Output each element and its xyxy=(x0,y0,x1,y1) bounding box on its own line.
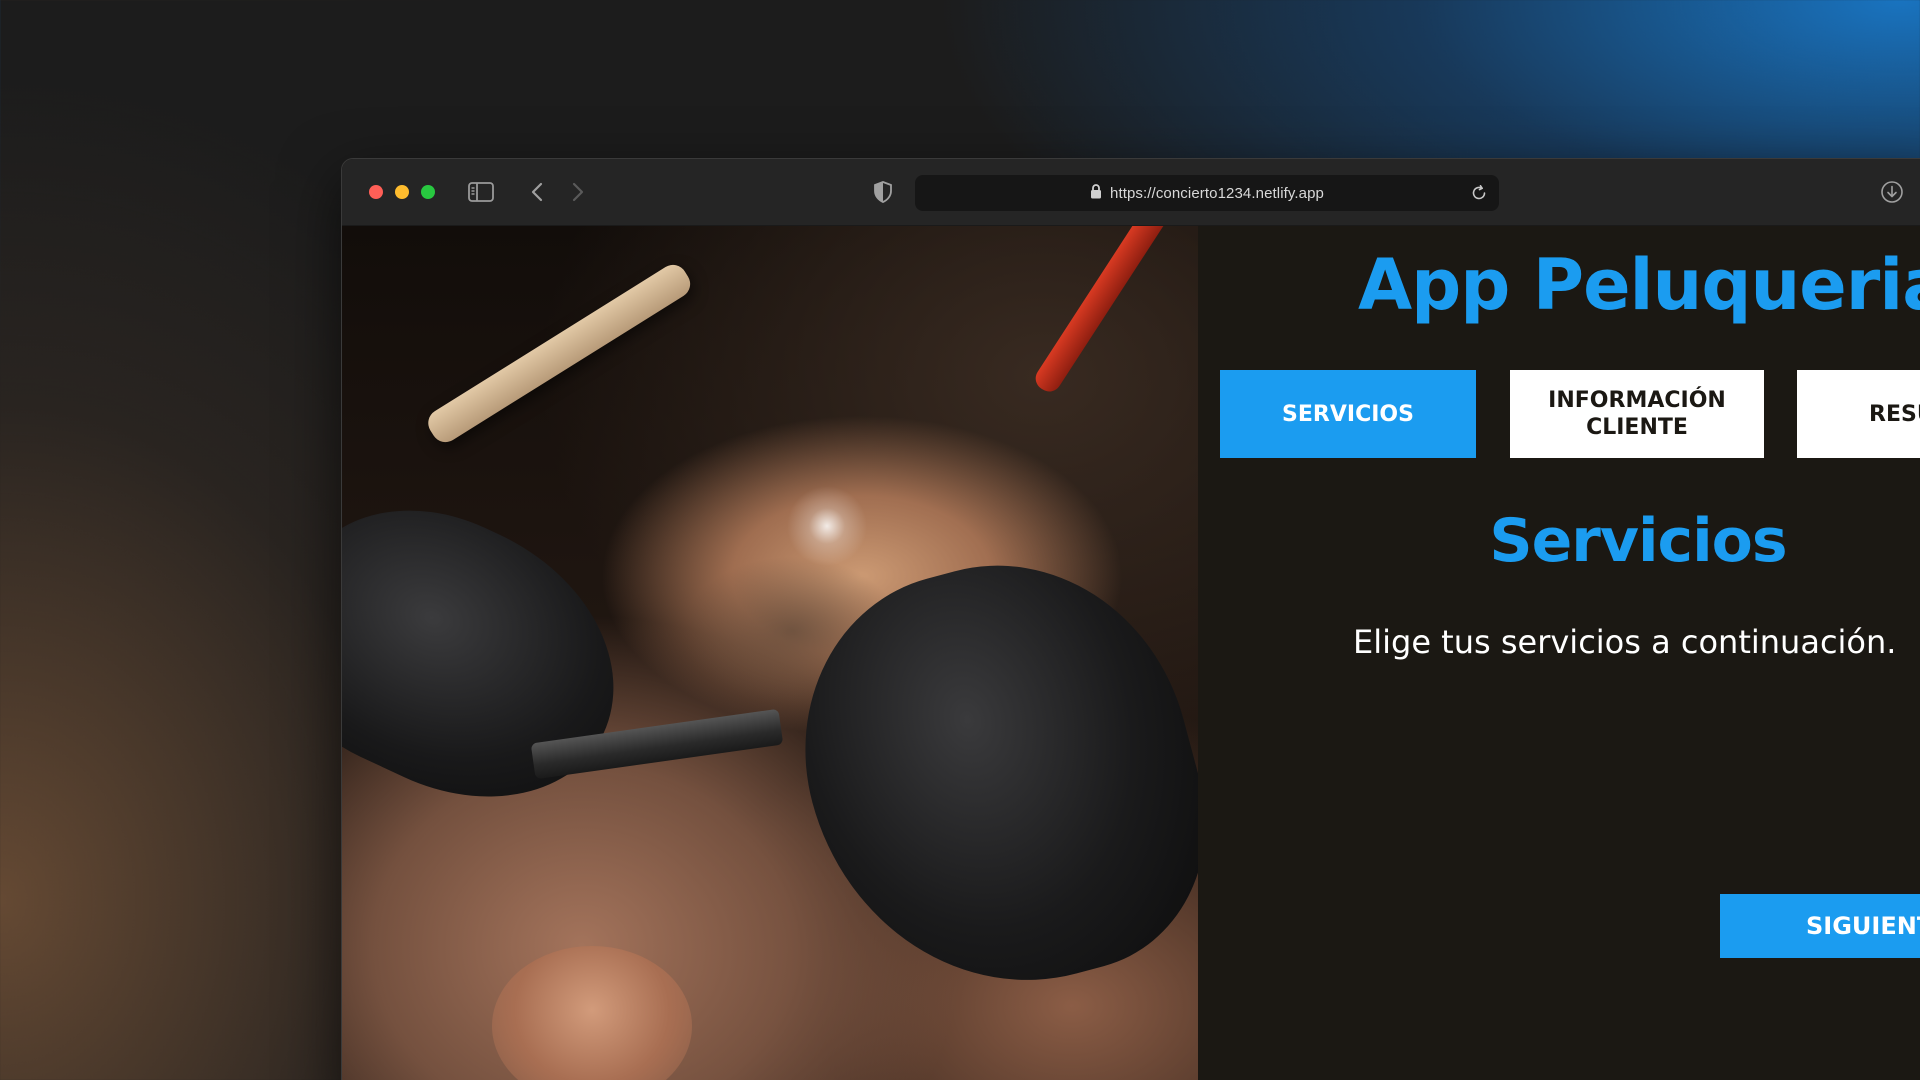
maximize-window-button[interactable] xyxy=(421,185,435,199)
chevron-right-icon[interactable] xyxy=(564,179,592,205)
next-button[interactable]: SIGUIENT xyxy=(1720,894,1920,958)
content-panel: App Peluqueria SERVICIOS INFORMACIÓN CLI… xyxy=(1198,226,1920,1080)
tab-label-line2: CLIENTE xyxy=(1586,415,1688,440)
lock-icon xyxy=(1090,183,1102,203)
download-icon[interactable] xyxy=(1878,179,1906,205)
browser-toolbar: https://concierto1234.netlify.app xyxy=(342,159,1920,226)
close-window-button[interactable] xyxy=(369,185,383,199)
tab-servicios[interactable]: SERVICIOS xyxy=(1220,370,1476,458)
photo-left-glove xyxy=(342,466,662,846)
photo-red-handle xyxy=(1031,226,1179,397)
reload-icon[interactable] xyxy=(1469,183,1489,203)
url-text: https://concierto1234.netlify.app xyxy=(1110,184,1324,202)
minimize-window-button[interactable] xyxy=(395,185,409,199)
tab-informacion-cliente-label: INFORMACIÓN CLIENTE xyxy=(1548,387,1726,441)
chevron-left-icon[interactable] xyxy=(523,179,551,205)
tab-label-line1: INFORMACIÓN xyxy=(1548,388,1726,413)
shield-icon[interactable] xyxy=(869,179,897,205)
barber-photo xyxy=(342,226,1198,1080)
app-title: App Peluqueria xyxy=(1358,244,1920,326)
sidebar-icon[interactable] xyxy=(467,179,495,205)
web-page: App Peluqueria SERVICIOS INFORMACIÓN CLI… xyxy=(342,226,1920,1080)
tab-resumen[interactable]: RESU xyxy=(1797,370,1920,458)
address-bar[interactable]: https://concierto1234.netlify.app xyxy=(915,175,1499,211)
section-description: Elige tus servicios a continuación. xyxy=(1353,623,1897,661)
section-title: Servicios xyxy=(1489,506,1787,576)
browser-window: https://concierto1234.netlify.app App Pe… xyxy=(341,158,1920,1080)
tab-informacion-cliente[interactable]: INFORMACIÓN CLIENTE xyxy=(1510,370,1764,458)
photo-razor-handle xyxy=(422,259,696,448)
photo-ear xyxy=(492,946,692,1080)
